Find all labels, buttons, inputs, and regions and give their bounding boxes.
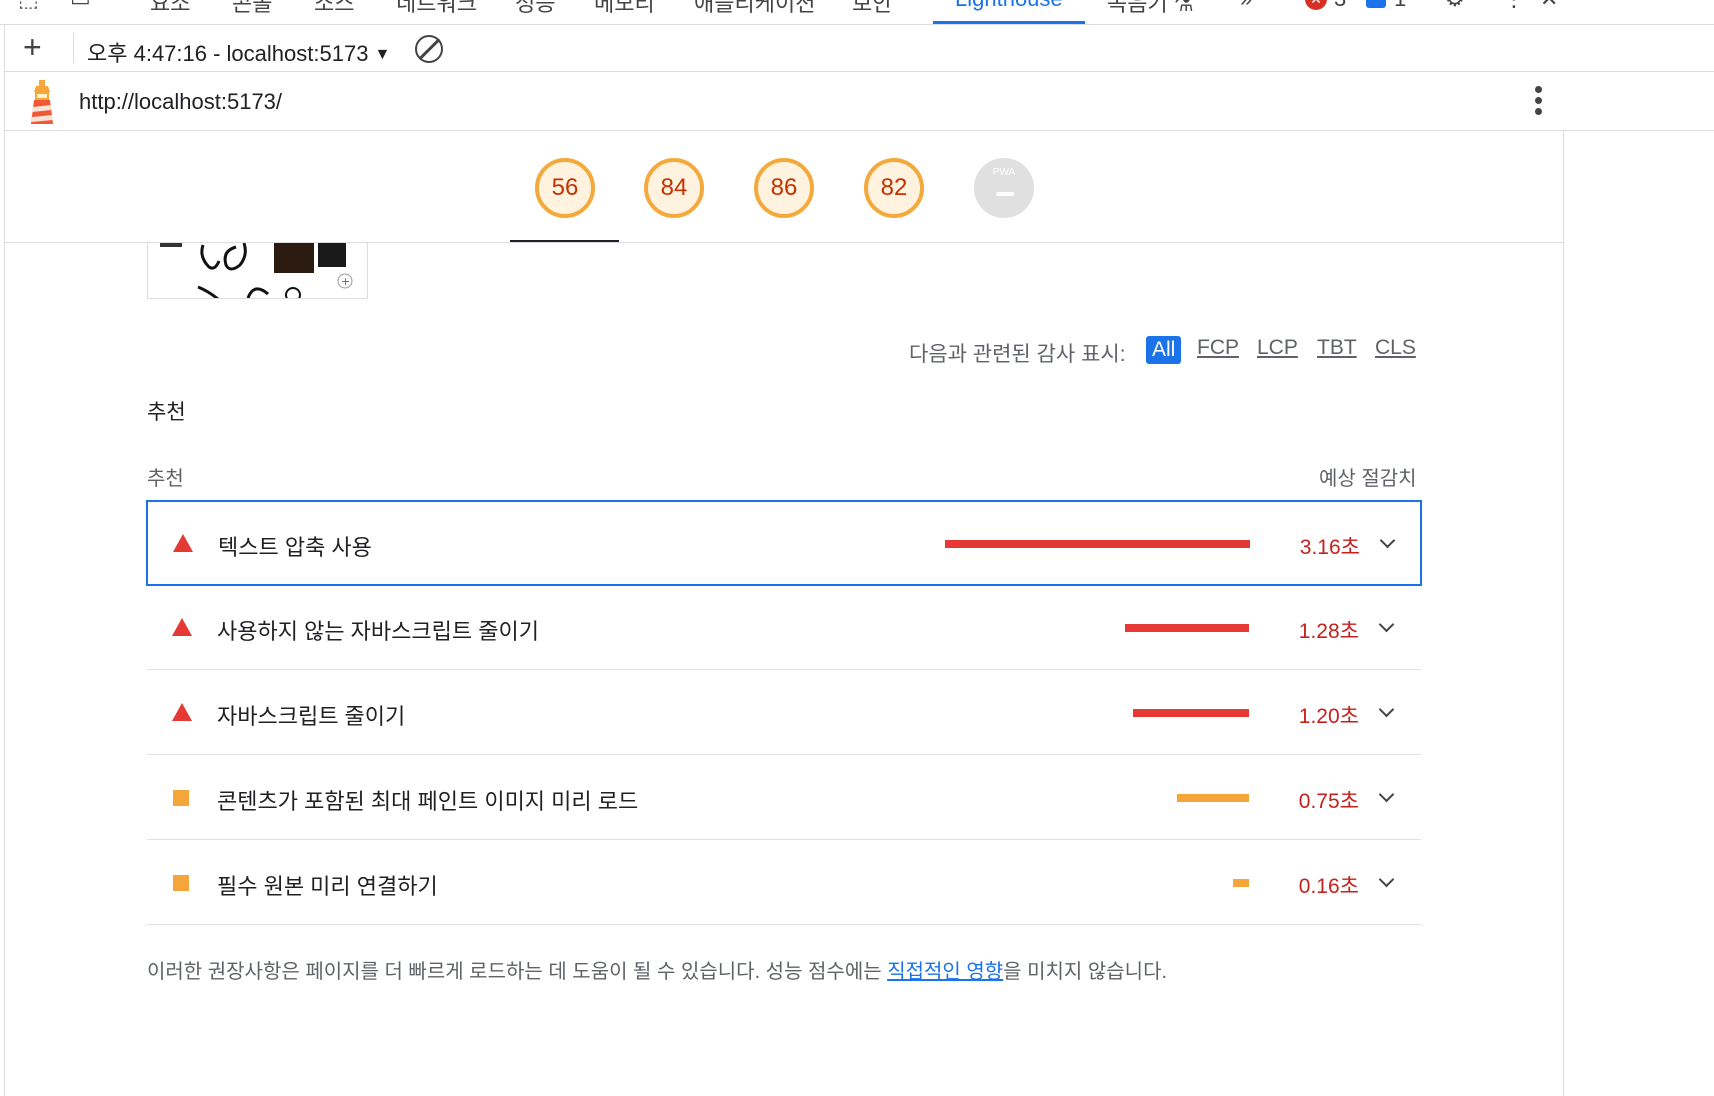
fail-triangle-icon — [173, 534, 193, 552]
report-url: http://localhost:5173/ — [79, 89, 283, 114]
close-devtools-icon[interactable]: ✕ — [1540, 0, 1558, 12]
recommendation-note-tail: 을 미치지 않습니다. — [1003, 961, 1168, 983]
recommendation-note: 이러한 권장사항은 페이지를 더 빠르게 로드하는 데 도움이 될 수 있습니다… — [147, 955, 1167, 984]
filter-chip-fcp[interactable]: FCP — [1197, 336, 1239, 360]
pwa-label: PWA — [992, 167, 1016, 178]
section-title: 추천 — [147, 401, 186, 424]
tab-2[interactable]: 소스 — [314, 0, 354, 18]
expand-chevron-icon[interactable] — [1378, 871, 1395, 888]
accessibility-score-gauge[interactable]: 84 — [644, 158, 704, 218]
device-toolbar-icon[interactable]: ▭ — [70, 0, 91, 12]
recommendation-note-text: 이러한 권장사항은 페이지를 더 빠르게 로드하는 데 도움이 될 수 있습니다… — [147, 961, 888, 983]
message-icon[interactable] — [1366, 0, 1386, 8]
clear-reports-icon[interactable] — [415, 35, 443, 63]
pwa-gauge[interactable]: PWA — [974, 158, 1034, 218]
fail-triangle-icon — [172, 618, 192, 636]
filter-chip-tbt[interactable]: TBT — [1317, 336, 1357, 360]
expand-chevron-icon[interactable] — [1379, 532, 1396, 549]
inspect-icon[interactable]: ⬚ — [18, 0, 39, 12]
error-icon[interactable]: ✕ — [1305, 0, 1327, 10]
filter-chip-cls[interactable]: CLS — [1375, 336, 1416, 360]
savings-bar — [1233, 879, 1249, 887]
devtools-menu-icon[interactable]: ⋮ — [1503, 0, 1525, 12]
savings-bar — [1177, 794, 1249, 802]
opportunity-row[interactable]: 사용하지 않는 자바스크립트 줄이기 1.28초 — [147, 586, 1421, 670]
expand-chevron-icon[interactable] — [1378, 786, 1395, 803]
tab-5[interactable]: 메모리 — [594, 0, 655, 18]
opportunity-row[interactable]: 필수 원본 미리 연결하기 0.16초 — [147, 841, 1421, 925]
tab-recorder-label: 녹음기 — [1107, 0, 1168, 16]
direct-impact-link[interactable]: 직접적인 영향 — [887, 961, 1003, 983]
column-header-savings: 예상 절감치 — [1319, 468, 1417, 490]
audit-filter-label: 다음과 관련된 감사 표시: — [909, 343, 1126, 366]
new-report-plus-icon[interactable]: + — [23, 31, 42, 63]
lighthouse-logo-icon — [31, 80, 53, 124]
opportunity-row[interactable]: 텍스트 압축 사용 3.16초 — [146, 500, 1422, 586]
panel-right-border — [1563, 131, 1564, 1096]
settings-gear-icon[interactable]: ⚙ — [1445, 0, 1465, 12]
column-header-opportunity: 추천 — [147, 468, 184, 490]
tab-0[interactable]: 요소 — [150, 0, 190, 18]
expand-chevron-icon[interactable] — [1378, 701, 1395, 718]
opportunity-row[interactable]: 자바스크립트 줄이기 1.20초 — [147, 671, 1421, 755]
tab-lighthouse[interactable]: Lighthouse — [955, 0, 1063, 12]
pwa-dash-icon — [996, 192, 1014, 196]
page-screenshot-thumbnail[interactable]: + — [147, 243, 368, 299]
message-count[interactable]: 1 — [1394, 0, 1406, 12]
savings-bar — [945, 540, 1250, 548]
filter-chip-lcp[interactable]: LCP — [1257, 336, 1298, 360]
tab-4[interactable]: 성능 — [515, 0, 555, 18]
opportunity-title: 자바스크립트 줄이기 — [217, 704, 406, 729]
opportunity-title: 텍스트 압축 사용 — [218, 535, 372, 560]
score-gauges: 56 84 86 82 PWA — [5, 131, 1563, 243]
report-menu-icon[interactable] — [1535, 86, 1543, 119]
tab-7[interactable]: 보안 — [852, 0, 892, 18]
report-selector[interactable]: 오후 4:47:16 - localhost:5173 ▼ — [87, 36, 390, 68]
thumbnail-image: + — [160, 243, 353, 298]
fail-triangle-icon — [172, 703, 192, 721]
tab-3[interactable]: 네트워크 — [396, 0, 477, 18]
expand-chevron-icon[interactable] — [1378, 616, 1395, 633]
savings-bar — [1133, 709, 1249, 717]
average-square-icon — [173, 875, 189, 891]
opportunity-title: 필수 원본 미리 연결하기 — [217, 874, 438, 899]
active-gauge-indicator — [510, 240, 619, 242]
more-tabs-icon[interactable]: » — [1240, 0, 1252, 12]
savings-value: 0.16초 — [1298, 875, 1359, 898]
seo-score-gauge[interactable]: 82 — [864, 158, 924, 218]
performance-score-gauge[interactable]: 56 — [535, 158, 595, 218]
lighthouse-toolbar: + 오후 4:47:16 - localhost:5173 ▼ — [5, 25, 1714, 72]
error-count[interactable]: 3 — [1334, 0, 1346, 12]
recorder-icon: ⚗ — [1173, 0, 1194, 16]
best-practices-score-gauge[interactable]: 86 — [754, 158, 814, 218]
average-square-icon — [173, 790, 189, 806]
report-url-bar: http://localhost:5173/ — [5, 72, 1714, 131]
tab-6[interactable]: 애플리케이션 — [694, 0, 815, 18]
savings-value: 1.28초 — [1298, 620, 1359, 643]
savings-value: 1.20초 — [1298, 705, 1359, 728]
dropdown-caret-icon: ▼ — [374, 46, 391, 63]
report-selector-label: 오후 4:47:16 - localhost:5173 — [87, 41, 369, 66]
svg-text:+: + — [341, 275, 350, 288]
opportunity-title: 사용하지 않는 자바스크립트 줄이기 — [217, 619, 539, 644]
savings-value: 3.16초 — [1299, 536, 1360, 559]
active-tab-underline — [933, 21, 1085, 24]
tab-recorder[interactable]: 녹음기 ⚗ — [1107, 0, 1194, 18]
savings-bar — [1125, 624, 1249, 632]
filter-chip-all[interactable]: All — [1146, 336, 1182, 364]
opportunity-row[interactable]: 콘텐츠가 포함된 최대 페인트 이미지 미리 로드 0.75초 — [147, 756, 1421, 840]
savings-value: 0.75초 — [1298, 790, 1359, 813]
toolbar-separator — [73, 33, 74, 63]
opportunity-title: 콘텐츠가 포함된 최대 페인트 이미지 미리 로드 — [217, 789, 639, 814]
tab-1[interactable]: 콘솔 — [232, 0, 272, 18]
devtools-tab-strip: ⬚ ▭ 요소 콘솔 소스 네트워크 성능 메모리 애플리케이션 보안 Lighthouse 녹… — [0, 0, 1714, 25]
